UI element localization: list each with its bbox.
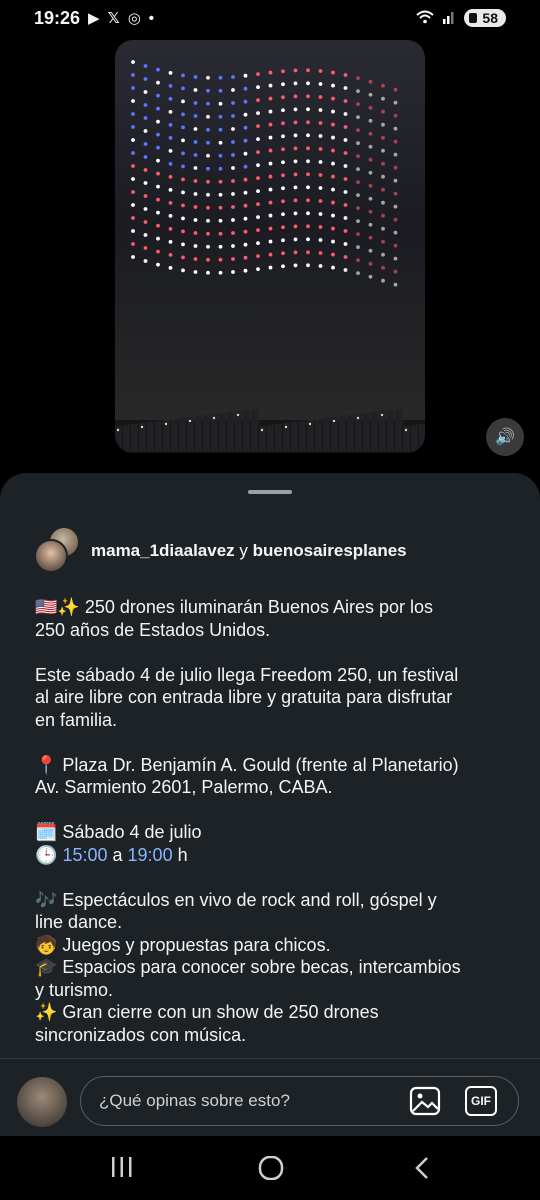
comment-bar: ¿Qué opinas sobre esto? GIF (0, 1058, 540, 1137)
caption-line: 🇺🇸✨ 250 drones iluminarán Buenos Aires p… (35, 597, 434, 617)
caption-text: h (177, 844, 188, 865)
avatar[interactable] (17, 1077, 67, 1127)
wifi-icon (416, 10, 435, 27)
youtube-icon: ▶ (88, 10, 100, 27)
notification-dot-icon: • (148, 9, 155, 27)
avatar[interactable] (34, 539, 68, 573)
time-link[interactable]: 15:00 (62, 845, 107, 865)
post-video[interactable] (115, 40, 425, 453)
comment-input[interactable]: ¿Qué opinas sobre esto? GIF (80, 1076, 519, 1126)
recent-apps-button[interactable] (110, 1156, 134, 1183)
caption-line: sincronizados con música. (35, 1024, 247, 1045)
speaker-icon: 🔊 (495, 429, 515, 446)
home-button[interactable] (258, 1155, 284, 1185)
sound-toggle-button[interactable]: 🔊 (486, 418, 524, 456)
caption-line: 🎶 Espectáculos en vivo de rock and roll,… (35, 889, 437, 910)
signal-icon (442, 10, 456, 27)
sheet-drag-handle[interactable] (248, 490, 292, 494)
author-connector: y (239, 541, 248, 560)
battery-indicator: 58 (464, 9, 506, 27)
post-details-sheet: mama_1diaalavez y buenosairesplanes 🇺🇸✨ … (0, 473, 540, 1133)
back-button[interactable] (412, 1156, 432, 1185)
caption-line: line dance. (35, 912, 123, 932)
caption-line: 250 años de Estados Unidos. (35, 619, 271, 640)
caption-line: 🧒 Juegos y propuestas para chicos. (35, 934, 331, 955)
author-username[interactable]: buenosairesplanes (253, 541, 407, 560)
status-bar: 19:26 ▶ 𝕏 ◎ • 58 (0, 0, 540, 36)
home-icon (258, 1155, 284, 1181)
caption-line: 📍 Plaza Dr. Benjamín A. Gould (frente al… (35, 754, 459, 775)
image-picker-button[interactable] (409, 1086, 441, 1116)
gif-button[interactable]: GIF (465, 1086, 497, 1116)
caption-line: al aire libre con entrada libre y gratui… (35, 687, 453, 707)
caption-line: 🕒 15:00 a 19:00 h (35, 844, 515, 867)
caption-line: Este sábado 4 de julio llega Freedom 250… (35, 664, 459, 685)
caption-line: 🎓 Espacios para conocer sobre becas, int… (35, 957, 461, 977)
instagram-icon: ◎ (127, 10, 141, 27)
x-icon: 𝕏 (107, 10, 120, 27)
status-time: 19:26 (34, 7, 81, 28)
back-icon (415, 1157, 428, 1179)
clock-icon: 🕒 (35, 844, 58, 865)
post-caption: 🇺🇸✨ 250 drones iluminarán Buenos Aires p… (35, 596, 515, 1046)
system-navigation-bar (0, 1136, 540, 1200)
time-link[interactable]: 19:00 (128, 845, 173, 865)
caption-text: a (112, 844, 123, 865)
caption-line: 🗓️ Sábado 4 de julio (35, 822, 202, 842)
caption-line: Av. Sarmiento 2601, Palermo, CABA. (35, 777, 333, 797)
author-username[interactable]: mama_1diaalavez (91, 541, 235, 560)
caption-line: ✨ Gran cierre con un show de 250 drones (35, 1002, 379, 1022)
post-authors[interactable]: mama_1diaalavez y buenosairesplanes (34, 526, 504, 576)
image-icon (409, 1086, 441, 1116)
drone-flag-image (115, 60, 425, 453)
recent-apps-icon (112, 1157, 132, 1177)
comment-placeholder: ¿Qué opinas sobre esto? (99, 1091, 290, 1110)
caption-line: y turismo. (35, 979, 114, 1000)
caption-line: en familia. (35, 709, 118, 730)
